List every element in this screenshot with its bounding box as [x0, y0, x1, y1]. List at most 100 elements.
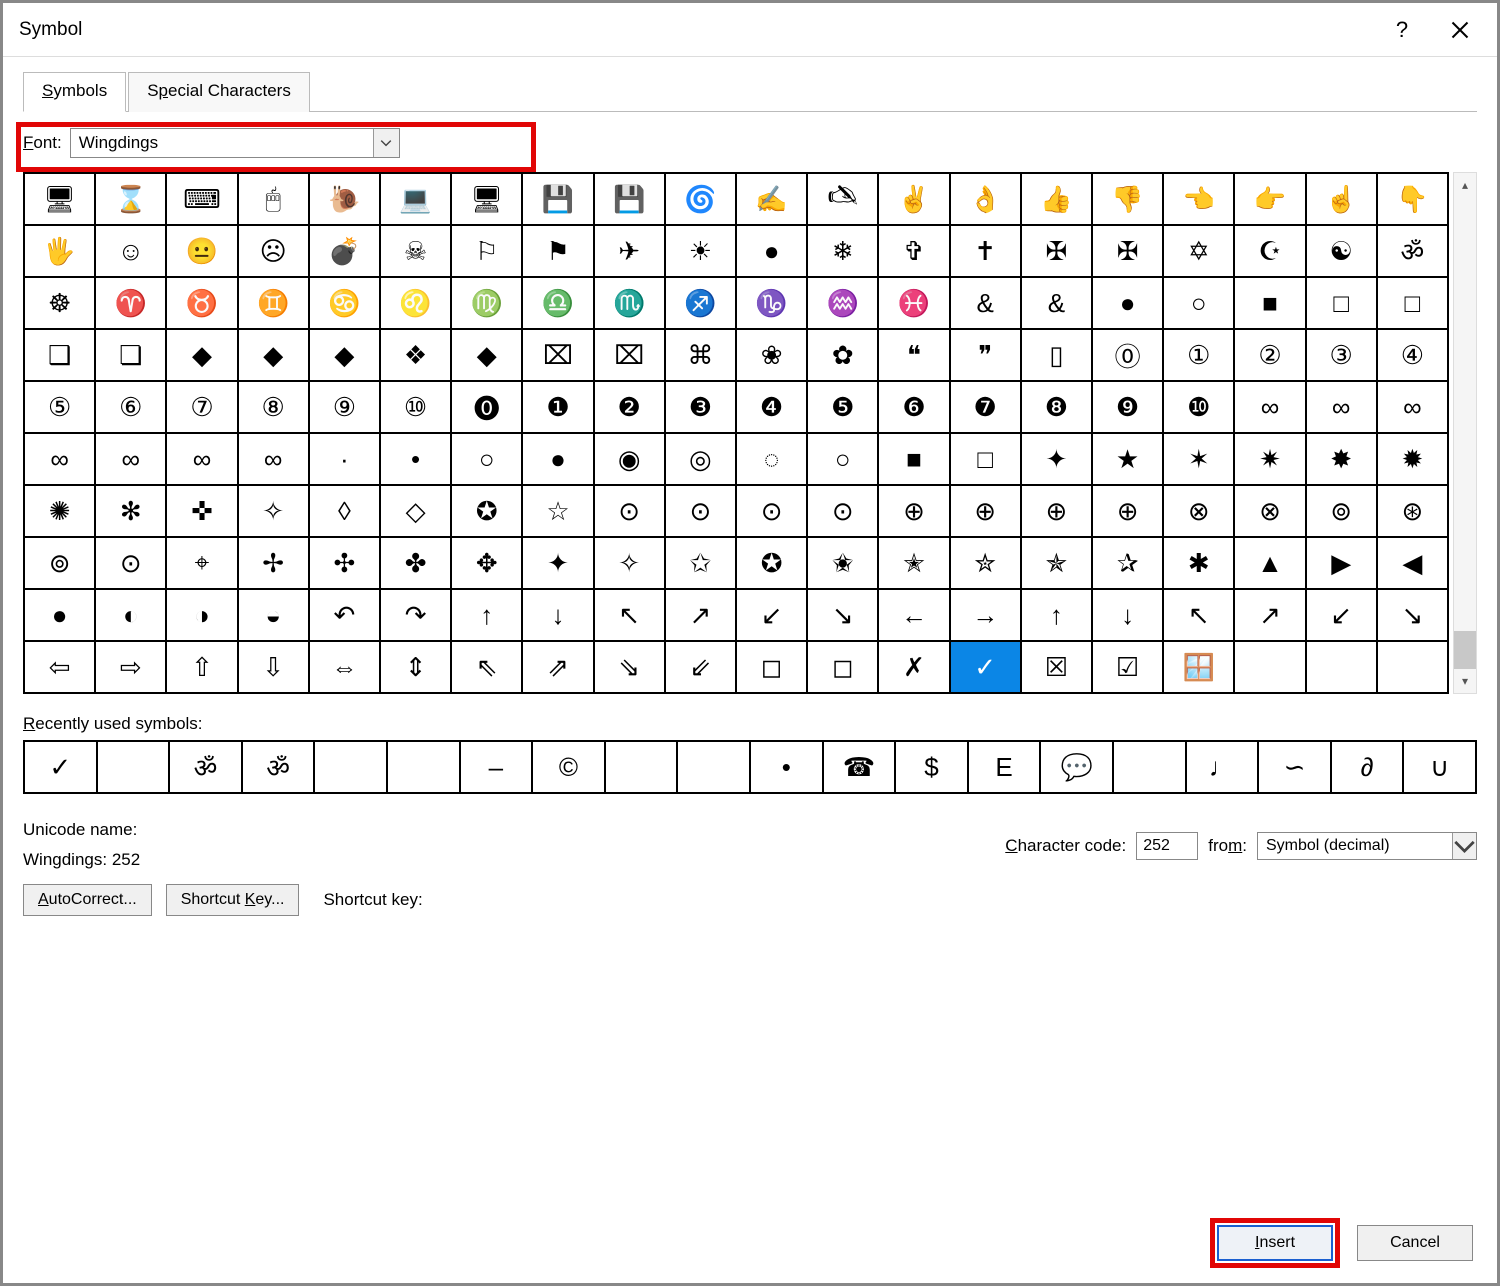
character-code-input[interactable] [1136, 832, 1198, 860]
symbol-cell[interactable]: ⊙ [595, 486, 666, 538]
symbol-cell[interactable]: ○ [808, 434, 879, 486]
symbol-cell[interactable]: ✹ [1378, 434, 1449, 486]
symbol-cell[interactable]: ◐ [96, 590, 167, 642]
autocorrect-button[interactable]: AutoCorrect... [23, 884, 152, 916]
symbol-cell[interactable]: 🖥 [25, 174, 96, 226]
recent-symbol-cell[interactable] [606, 742, 679, 794]
symbol-cell[interactable]: ∞ [1307, 382, 1378, 434]
symbol-cell[interactable]: ⌨ [167, 174, 238, 226]
symbol-cell[interactable]: ⊙ [96, 538, 167, 590]
symbol-cell[interactable]: ② [1235, 330, 1306, 382]
recent-symbol-cell[interactable] [98, 742, 171, 794]
symbol-cell[interactable]: ✣ [310, 538, 381, 590]
symbol-cell[interactable]: ✞ [879, 226, 950, 278]
symbol-cell[interactable]: ↗ [1235, 590, 1306, 642]
symbol-cell[interactable]: ❝ [879, 330, 950, 382]
symbol-cell[interactable]: ❿ [1164, 382, 1235, 434]
symbol-cell[interactable]: ★ [1093, 434, 1164, 486]
symbol-cell[interactable]: ⑦ [167, 382, 238, 434]
symbol-cell[interactable]: ✻ [96, 486, 167, 538]
symbol-cell[interactable]: ⊕ [951, 486, 1022, 538]
symbol-cell[interactable]: ⌧ [523, 330, 594, 382]
recent-symbol-cell[interactable]: © [533, 742, 606, 794]
symbol-cell[interactable]: ⌘ [666, 330, 737, 382]
recent-symbol-cell[interactable]: ♩ [1187, 742, 1260, 794]
symbol-cell[interactable]: ⓪ [1093, 330, 1164, 382]
symbol-cell[interactable]: ■ [1235, 278, 1306, 330]
symbol-cell[interactable]: 💻 [381, 174, 452, 226]
symbol-cell[interactable]: ⚑ [523, 226, 594, 278]
symbol-cell[interactable]: ✧ [239, 486, 310, 538]
recent-symbol-cell[interactable]: ∽ [1259, 742, 1332, 794]
recent-symbol-cell[interactable]: ∂ [1332, 742, 1405, 794]
symbol-cell[interactable]: ✦ [1022, 434, 1093, 486]
symbol-cell[interactable]: ✡ [1164, 226, 1235, 278]
symbol-cell[interactable]: ⓿ [452, 382, 523, 434]
symbol-cell[interactable]: ⇖ [452, 642, 523, 694]
symbol-cell[interactable]: 👇 [1378, 174, 1449, 226]
symbol-cell[interactable]: ◌ [737, 434, 808, 486]
symbol-cell[interactable]: ◀ [1378, 538, 1449, 590]
symbol-cell[interactable]: ✗ [879, 642, 950, 694]
symbol-cell[interactable]: ❄ [808, 226, 879, 278]
symbol-cell[interactable]: ⊙ [666, 486, 737, 538]
symbol-cell[interactable]: ↗ [666, 590, 737, 642]
symbol-cell[interactable]: 👈 [1164, 174, 1235, 226]
symbol-cell[interactable]: 😐 [167, 226, 238, 278]
font-select[interactable]: Wingdings [70, 128, 400, 158]
symbol-cell[interactable]: ● [737, 226, 808, 278]
symbol-cell[interactable]: 👌 [951, 174, 1022, 226]
symbol-cell[interactable]: ⌖ [167, 538, 238, 590]
cancel-button[interactable]: Cancel [1357, 1225, 1473, 1261]
symbol-cell[interactable]: ✧ [595, 538, 666, 590]
symbol-cell[interactable]: ⊚ [25, 538, 96, 590]
recent-symbol-cell[interactable] [315, 742, 388, 794]
symbol-cell[interactable]: → [951, 590, 1022, 642]
symbol-cell[interactable]: ❹ [737, 382, 808, 434]
symbol-cell[interactable]: ☒ [1022, 642, 1093, 694]
symbol-cell[interactable]: ↷ [381, 590, 452, 642]
symbol-cell[interactable]: ↑ [1022, 590, 1093, 642]
recent-symbol-cell[interactable]: ॐ [170, 742, 243, 794]
symbol-cell[interactable]: ⇔ [310, 642, 381, 694]
recent-symbol-cell[interactable]: • [751, 742, 824, 794]
scroll-thumb-track[interactable] [1454, 197, 1476, 669]
symbol-cell[interactable]: ◒ [239, 590, 310, 642]
symbol-cell[interactable]: ① [1164, 330, 1235, 382]
symbol-cell[interactable]: ☠ [381, 226, 452, 278]
symbol-cell[interactable]: ⑥ [96, 382, 167, 434]
symbol-cell[interactable]: ⇧ [167, 642, 238, 694]
symbol-cell[interactable]: ③ [1307, 330, 1378, 382]
recent-symbol-cell[interactable] [1114, 742, 1187, 794]
shortcut-key-button[interactable]: Shortcut Key... [166, 884, 300, 916]
recent-symbol-cell[interactable]: E [969, 742, 1042, 794]
symbol-cell[interactable]: · [310, 434, 381, 486]
symbol-cell[interactable]: ❻ [879, 382, 950, 434]
symbol-cell[interactable]: ∞ [96, 434, 167, 486]
symbol-cell[interactable]: □ [1378, 278, 1449, 330]
symbol-cell[interactable]: ↘ [1378, 590, 1449, 642]
symbol-cell[interactable]: ❸ [666, 382, 737, 434]
symbol-cell[interactable]: ⇨ [96, 642, 167, 694]
symbol-cell[interactable]: ❼ [951, 382, 1022, 434]
symbol-cell[interactable]: ⊙ [737, 486, 808, 538]
recent-symbol-cell[interactable] [388, 742, 461, 794]
symbol-cell[interactable]: ↓ [523, 590, 594, 642]
symbol-cell[interactable]: ↖ [595, 590, 666, 642]
tab-special-characters[interactable]: Special Characters [128, 72, 310, 112]
symbol-cell[interactable]: ♈ [96, 278, 167, 330]
symbol-cell[interactable]: ⑧ [239, 382, 310, 434]
symbol-cell[interactable]: ⇗ [523, 642, 594, 694]
recent-symbol-cell[interactable]: $ [896, 742, 969, 794]
recent-symbol-cell[interactable]: 💬 [1041, 742, 1114, 794]
symbol-cell[interactable]: ♋ [310, 278, 381, 330]
symbol-grid-scrollbar[interactable]: ▴ ▾ [1453, 172, 1477, 694]
symbol-cell[interactable]: ✺ [25, 486, 96, 538]
recent-symbol-cell[interactable]: ∪ [1404, 742, 1477, 794]
symbol-cell[interactable]: 💣 [310, 226, 381, 278]
symbol-cell[interactable]: 🪟 [1164, 642, 1235, 694]
symbol-cell[interactable]: ⊗ [1235, 486, 1306, 538]
symbol-cell[interactable]: ⚐ [452, 226, 523, 278]
symbol-cell[interactable]: ♑ [737, 278, 808, 330]
symbol-cell[interactable]: ✩ [666, 538, 737, 590]
